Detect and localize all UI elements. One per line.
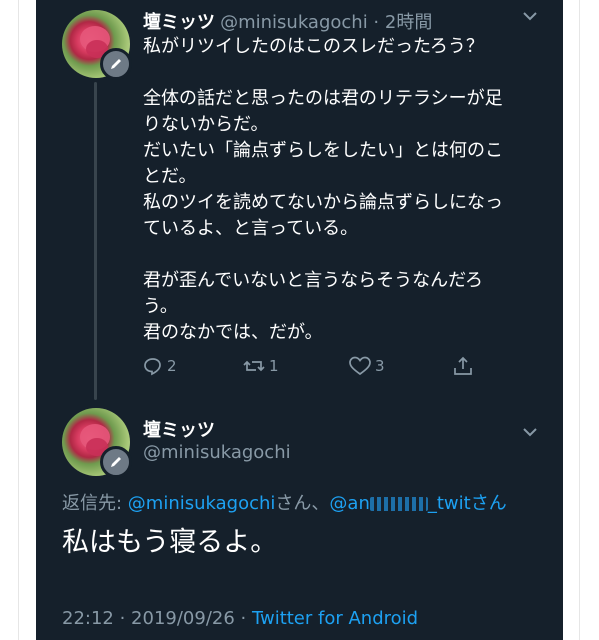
tweet-line: 全体の話だと思ったのは君のリテラシーが足: [143, 88, 503, 109]
handle-and-time[interactable]: @minisukagochi · 2時間: [220, 12, 432, 33]
tweet-line: とだ。: [143, 166, 197, 187]
reply-count: 2: [167, 357, 177, 375]
tweet-line: う。: [143, 296, 178, 317]
tweet-line: りないからだ。: [143, 114, 269, 135]
retweet-icon: [243, 356, 265, 376]
edit-badge-icon: [100, 48, 132, 80]
retweet-button[interactable]: 1: [243, 356, 279, 376]
chevron-down-icon[interactable]: [522, 8, 538, 28]
timestamp[interactable]: 22:12 · 2019/09/26 ·: [62, 608, 252, 629]
reply-separator: さん、: [275, 493, 330, 514]
tweet-meta: 22:12 · 2019/09/26 · Twitter for Android: [62, 608, 418, 629]
reply-suffix: さん: [470, 493, 507, 514]
tweet-body: 私がリツイしたのはこのスレだったろう？ 全体の話だと思ったのは君のリテラシーが足…: [143, 34, 543, 346]
replying-to: 返信先: @minisukagochiさん、@an _twitさん: [62, 489, 507, 515]
tweet-panel: 壇ミッツ @minisukagochi · 2時間 私がリツイしたのはこのスレだ…: [36, 0, 563, 640]
share-icon: [453, 356, 473, 376]
right-border: [579, 0, 580, 640]
left-border: [18, 0, 19, 640]
tweet-line: 君のなかでは、だが。: [143, 322, 323, 343]
tweet-line: だいたい「論点ずらしをしたい」とは何のこ: [143, 140, 503, 161]
edit-badge-icon: [100, 446, 132, 478]
tweet-line: 私がリツイしたのはこのスレだったろう？: [143, 36, 484, 57]
thread-connector: [94, 82, 97, 400]
display-name[interactable]: 壇ミッツ: [143, 416, 215, 442]
reply-label: 返信先:: [62, 493, 128, 514]
display-name[interactable]: 壇ミッツ: [143, 12, 215, 33]
client-link[interactable]: Twitter for Android: [252, 608, 418, 629]
like-count: 3: [375, 357, 385, 375]
reply-mention-link[interactable]: @an _twit: [329, 493, 470, 514]
like-icon: [349, 356, 371, 376]
tweet-actions: 2 1 3: [143, 356, 473, 380]
tweet-text: 私はもう寝るよ。: [62, 527, 278, 558]
handle[interactable]: @minisukagochi: [143, 442, 291, 463]
like-button[interactable]: 3: [349, 356, 385, 376]
avatar[interactable]: [62, 408, 132, 478]
tweet-header: 壇ミッツ @minisukagochi · 2時間: [143, 8, 432, 34]
share-button[interactable]: [453, 356, 473, 376]
tweet-line: 私のツイを読めてないから論点ずらしになっ: [143, 192, 503, 213]
retweet-count: 1: [269, 357, 279, 375]
avatar[interactable]: [62, 10, 132, 80]
redacted-text: [369, 497, 428, 511]
reply-mention-link[interactable]: @minisukagochi: [128, 493, 276, 514]
chevron-down-icon[interactable]: [522, 424, 538, 444]
reply-icon: [143, 356, 163, 376]
tweet-line: 君が歪んでいないと言うならそうなんだろ: [143, 270, 484, 291]
reply-button[interactable]: 2: [143, 356, 177, 376]
tweet-line: ているよ、と言っている。: [143, 218, 359, 239]
